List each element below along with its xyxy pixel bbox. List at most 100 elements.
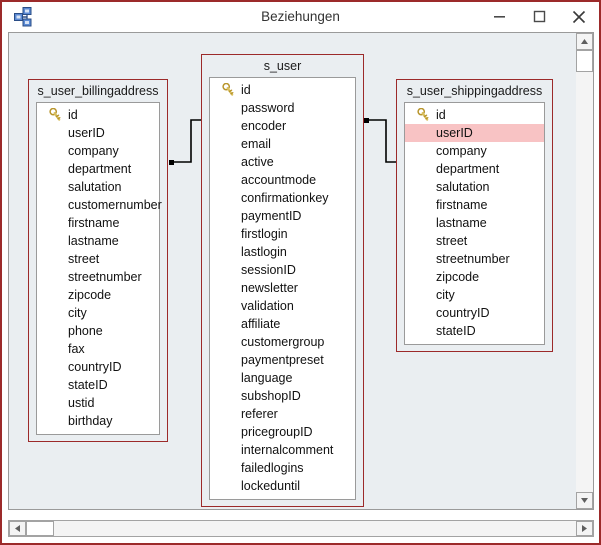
field-row[interactable]: firstname xyxy=(37,214,159,232)
field-label: fax xyxy=(68,342,85,356)
field-label: lastname xyxy=(436,216,487,230)
field-row[interactable]: zipcode xyxy=(405,268,544,286)
field-row[interactable]: lastname xyxy=(37,232,159,250)
field-row[interactable]: firstlogin xyxy=(210,225,355,243)
field-label: language xyxy=(241,371,293,385)
field-label: salutation xyxy=(436,180,490,194)
field-row[interactable]: paymentID xyxy=(210,207,355,225)
field-label: stateID xyxy=(436,324,476,338)
primary-key-icon xyxy=(417,107,430,122)
field-row[interactable]: company xyxy=(37,142,159,160)
field-row[interactable]: street xyxy=(405,232,544,250)
field-row[interactable]: sessionID xyxy=(210,261,355,279)
horizontal-scrollbar[interactable] xyxy=(8,520,594,537)
table-title: s_user xyxy=(263,59,302,73)
field-row[interactable]: stateID xyxy=(405,322,544,340)
field-label: password xyxy=(241,101,295,115)
table-box[interactable]: s_user_billingaddress id userID company depa… xyxy=(28,79,168,442)
field-label: id xyxy=(241,83,251,97)
field-row[interactable]: newsletter xyxy=(210,279,355,297)
maximize-button[interactable] xyxy=(519,2,559,31)
field-row[interactable]: phone xyxy=(37,322,159,340)
table-box[interactable]: s_userid password encoder email active accoun… xyxy=(201,54,364,507)
field-list[interactable]: id userID company department salutation custo… xyxy=(36,102,162,435)
field-row[interactable]: userID xyxy=(37,124,159,142)
field-label: company xyxy=(68,144,119,158)
scroll-right-arrow[interactable] xyxy=(576,521,593,536)
field-label: stateID xyxy=(68,378,108,392)
field-list[interactable]: id password encoder email active accountmode c… xyxy=(209,77,356,500)
field-row[interactable]: id xyxy=(210,81,355,99)
window-controls xyxy=(479,2,599,31)
field-label: phone xyxy=(68,324,103,338)
field-row[interactable]: fax xyxy=(37,340,159,358)
field-label: city xyxy=(436,288,455,302)
field-row[interactable]: id xyxy=(405,106,544,124)
field-label: birthday xyxy=(68,414,113,428)
field-row[interactable]: city xyxy=(405,286,544,304)
field-label: street xyxy=(68,252,100,266)
field-row[interactable]: confirmationkey xyxy=(210,189,355,207)
field-row[interactable]: countryID xyxy=(37,358,159,376)
field-row[interactable]: lastname xyxy=(405,214,544,232)
vertical-scroll-track[interactable] xyxy=(576,72,593,492)
field-label: zipcode xyxy=(436,270,480,284)
field-row[interactable]: language xyxy=(210,369,355,387)
field-row[interactable]: pricegroupID xyxy=(210,423,355,441)
field-row[interactable]: ustid xyxy=(37,394,159,412)
scroll-down-arrow[interactable] xyxy=(576,492,593,509)
field-row[interactable]: department xyxy=(37,160,159,178)
field-label: referer xyxy=(241,407,278,421)
field-label: lastname xyxy=(68,234,119,248)
field-row[interactable]: company xyxy=(405,142,544,160)
field-row[interactable]: department xyxy=(405,160,544,178)
field-row[interactable]: failedlogins xyxy=(210,459,355,477)
field-row[interactable]: active xyxy=(210,153,355,171)
field-row[interactable]: firstname xyxy=(405,196,544,214)
field-label: department xyxy=(68,162,132,176)
field-row[interactable]: referer xyxy=(210,405,355,423)
field-row[interactable]: lockeduntil xyxy=(210,477,355,495)
field-row[interactable]: userID xyxy=(405,124,544,142)
field-row[interactable]: password xyxy=(210,99,355,117)
primary-key-icon xyxy=(222,82,235,97)
field-row[interactable]: countryID xyxy=(405,304,544,322)
field-row[interactable]: subshopID xyxy=(210,387,355,405)
field-row[interactable]: customernumber xyxy=(37,196,162,214)
field-row[interactable]: street xyxy=(37,250,159,268)
field-row[interactable]: birthday xyxy=(37,412,159,430)
field-row[interactable]: internalcomment xyxy=(210,441,355,459)
relationships-canvas[interactable]: s_user_billingaddress id userID company depa… xyxy=(8,32,594,510)
table-box[interactable]: s_user_shippingaddress id userID company dep… xyxy=(396,79,553,352)
field-row[interactable]: zipcode xyxy=(37,286,159,304)
field-row[interactable]: email xyxy=(210,135,355,153)
field-row[interactable]: encoder xyxy=(210,117,355,135)
field-label: customernumber xyxy=(68,198,162,212)
scroll-up-arrow[interactable] xyxy=(576,33,593,50)
field-row[interactable]: city xyxy=(37,304,159,322)
field-label: id xyxy=(436,108,446,122)
field-label: confirmationkey xyxy=(241,191,329,205)
field-label: countryID xyxy=(68,360,122,374)
minimize-button[interactable] xyxy=(479,2,519,31)
horizontal-scroll-thumb[interactable] xyxy=(26,521,54,536)
close-button[interactable] xyxy=(559,2,599,31)
field-list[interactable]: id userID company department salutation first… xyxy=(404,102,545,345)
field-row[interactable]: lastlogin xyxy=(210,243,355,261)
scroll-left-arrow[interactable] xyxy=(9,521,26,536)
field-row[interactable]: streetnumber xyxy=(37,268,159,286)
field-row[interactable]: accountmode xyxy=(210,171,355,189)
field-row[interactable]: validation xyxy=(210,297,355,315)
field-row[interactable]: stateID xyxy=(37,376,159,394)
field-row[interactable]: salutation xyxy=(405,178,544,196)
vertical-scroll-thumb[interactable] xyxy=(576,50,593,72)
field-row[interactable]: id xyxy=(37,106,159,124)
field-row[interactable]: affiliate xyxy=(210,315,355,333)
field-label: failedlogins xyxy=(241,461,304,475)
field-row[interactable]: salutation xyxy=(37,178,159,196)
field-row[interactable]: customergroup xyxy=(210,333,355,351)
field-row[interactable]: streetnumber xyxy=(405,250,544,268)
field-row[interactable]: paymentpreset xyxy=(210,351,355,369)
vertical-scrollbar[interactable] xyxy=(576,33,593,509)
field-label: affiliate xyxy=(241,317,281,331)
